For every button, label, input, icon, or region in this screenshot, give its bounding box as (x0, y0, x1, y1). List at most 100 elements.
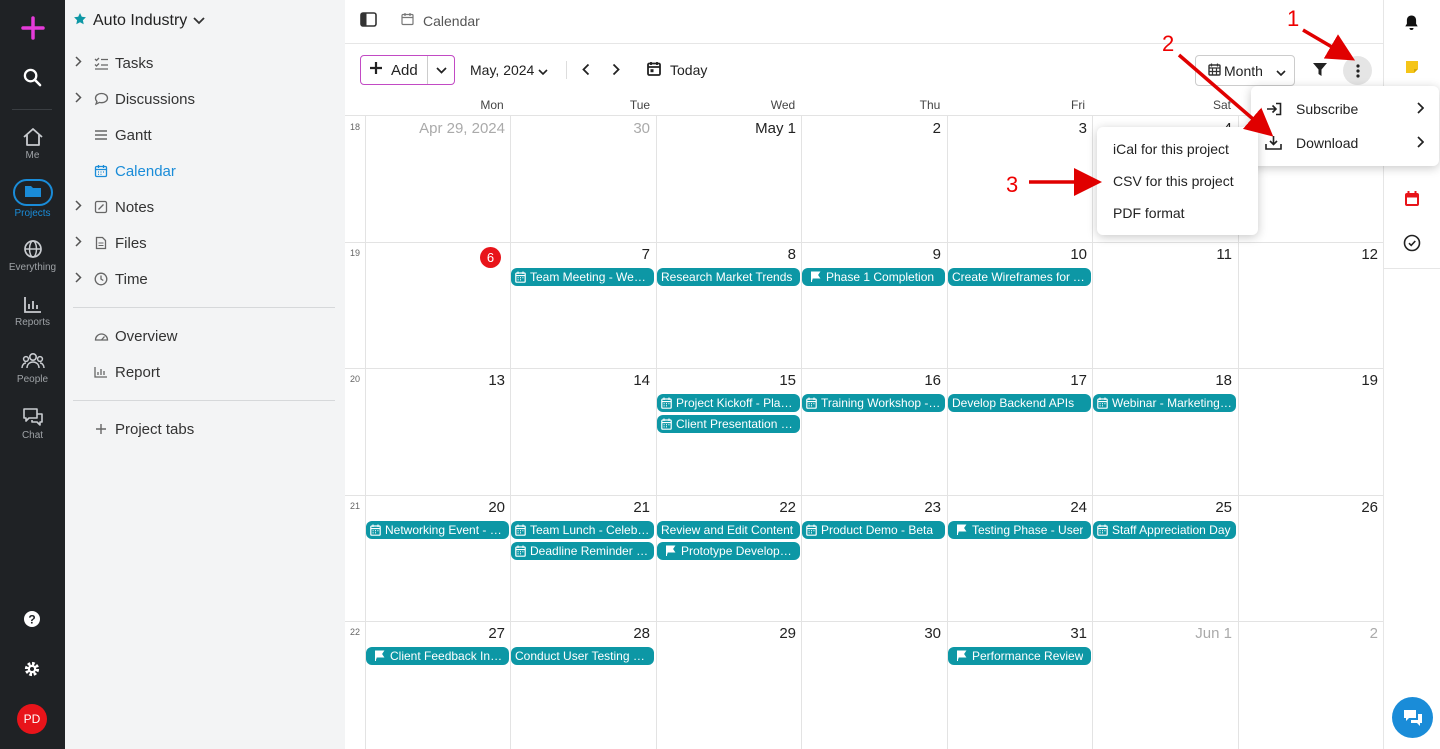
day-cell-date[interactable]: 24 (947, 499, 1087, 516)
filter-icon[interactable] (1312, 62, 1328, 77)
chevron-right-icon[interactable] (65, 272, 91, 286)
rail-item-reports[interactable]: Reports (0, 296, 65, 328)
next-month-button[interactable] (612, 63, 620, 76)
calendar-event[interactable]: Project Kickoff - Planning (657, 394, 800, 412)
day-cell-date[interactable]: 10 (947, 246, 1087, 263)
day-cell-date[interactable]: 15 (656, 372, 796, 389)
calendar-event[interactable]: Staff Appreciation Day (1093, 521, 1236, 539)
menu-item-csv[interactable]: CSV for this project (1097, 170, 1258, 192)
settings-gear-icon[interactable] (23, 660, 41, 683)
calendar-event[interactable]: Develop Backend APIs (948, 394, 1091, 412)
calendar-event[interactable]: Product Demo - Beta (802, 521, 945, 539)
help-icon[interactable]: ? (23, 610, 41, 633)
rail-item-me[interactable]: Me (0, 127, 65, 161)
day-cell-date[interactable]: Jun 1 (1092, 625, 1232, 642)
day-cell-date[interactable]: 27 (365, 625, 505, 642)
rail-item-chat[interactable]: Chat (0, 407, 65, 441)
day-cell-date[interactable]: 26 (1238, 499, 1378, 516)
sidebar-item-report[interactable]: Report (65, 357, 335, 387)
bell-icon[interactable] (1404, 14, 1419, 36)
calendar-event[interactable]: Prototype Development (657, 542, 800, 560)
day-cell-date[interactable]: 20 (365, 499, 505, 516)
add-button[interactable]: Add (361, 56, 428, 84)
calendar-event[interactable]: Client Presentation - Q2 (657, 415, 800, 433)
day-cell-date[interactable]: 30 (510, 120, 650, 137)
prev-month-button[interactable] (582, 63, 590, 76)
sidebar-item-files[interactable]: Files (65, 228, 335, 258)
calendar-event[interactable]: Team Meeting - Weekly Sync (511, 268, 654, 286)
today-button[interactable]: Today (647, 55, 707, 85)
sidebar-item-tasks[interactable]: Tasks (65, 48, 335, 78)
day-cell-date[interactable]: 3 (947, 120, 1087, 137)
chevron-right-icon[interactable] (65, 236, 91, 250)
add-dropdown-chevron-icon[interactable] (428, 66, 454, 74)
sidebar-item-time[interactable]: Time (65, 264, 335, 294)
sidebar-item-calendar[interactable]: Calendar (65, 156, 335, 186)
calendar-event[interactable]: Webinar - Marketing Strategy (1093, 394, 1236, 412)
day-cell-date[interactable]: 17 (947, 372, 1087, 389)
day-cell-date[interactable]: May 1 (656, 120, 796, 137)
more-options-icon[interactable] (1343, 56, 1372, 85)
sidebar-item-gantt[interactable]: Gantt (65, 120, 335, 150)
calendar-event[interactable]: Create Wireframes for App (948, 268, 1091, 286)
day-cell-date[interactable]: 28 (510, 625, 650, 642)
calendar-event[interactable]: Team Lunch - Celebration (511, 521, 654, 539)
sidebar-item-notes[interactable]: Notes (65, 192, 335, 222)
chevron-right-icon[interactable] (65, 56, 91, 70)
search-icon[interactable] (23, 68, 42, 92)
view-selector[interactable]: Month (1195, 55, 1295, 86)
day-cell-date[interactable]: 31 (947, 625, 1087, 642)
calendar-event[interactable]: Review and Edit Content (657, 521, 800, 539)
day-cell-date[interactable]: 19 (1238, 372, 1378, 389)
day-cell-date[interactable]: 13 (365, 372, 505, 389)
day-cell-date[interactable]: 11 (1092, 246, 1232, 263)
calendar-event[interactable]: Client Feedback Incorporation (366, 647, 509, 665)
day-cell-date[interactable]: Apr 29, 2024 (365, 120, 505, 137)
day-cell-date[interactable]: 2 (1238, 625, 1378, 642)
calendar-event[interactable]: Performance Review (948, 647, 1091, 665)
day-cell-date[interactable]: 22 (656, 499, 796, 516)
calendar-event[interactable]: Testing Phase - User (948, 521, 1091, 539)
day-cell-date[interactable]: 16 (801, 372, 941, 389)
clock-check-icon[interactable] (1403, 234, 1421, 257)
day-cell-date[interactable]: 8 (656, 246, 796, 263)
day-cell-date[interactable]: 29 (656, 625, 796, 642)
project-switcher[interactable]: Auto Industry (73, 10, 205, 32)
day-cell-date[interactable]: 21 (510, 499, 650, 516)
sidebar-toggle-icon[interactable] (360, 12, 377, 32)
day-cell-date[interactable]: 14 (510, 372, 650, 389)
month-selector[interactable]: May, 2024 (470, 55, 548, 85)
menu-item-ical[interactable]: iCal for this project (1097, 138, 1258, 160)
day-cell-date[interactable]: 2 (801, 120, 941, 137)
calendar-event[interactable]: Networking Event - Industry (366, 521, 509, 539)
chevron-right-icon[interactable] (65, 200, 91, 214)
calendar-event[interactable]: Research Market Trends (657, 268, 800, 286)
today-date-badge[interactable]: 6 (480, 247, 501, 268)
red-calendar-icon[interactable] (1404, 190, 1420, 212)
day-cell-date[interactable]: 9 (801, 246, 941, 263)
sidebar-item-project-tabs[interactable]: Project tabs (65, 414, 335, 444)
rail-item-projects[interactable]: Projects (0, 179, 65, 219)
day-cell-date[interactable]: 25 (1092, 499, 1232, 516)
day-cell-date[interactable]: 12 (1238, 246, 1378, 263)
calendar-event[interactable]: Deadline Reminder - Report (511, 542, 654, 560)
day-cell-date[interactable]: 18 (1092, 372, 1232, 389)
day-cell-date[interactable]: 23 (801, 499, 941, 516)
support-chat-icon[interactable] (1392, 697, 1433, 738)
menu-item-pdf[interactable]: PDF format (1097, 202, 1258, 224)
calendar-event[interactable]: Training Workshop - Sales (802, 394, 945, 412)
sidebar-item-discussions[interactable]: Discussions (65, 84, 335, 114)
calendar-event[interactable]: Conduct User Testing Sessions (511, 647, 654, 665)
menu-item-subscribe[interactable]: Subscribe (1251, 96, 1439, 121)
day-cell-date[interactable]: 30 (801, 625, 941, 642)
create-plus-icon[interactable] (21, 16, 45, 45)
chevron-right-icon[interactable] (65, 92, 91, 106)
user-avatar[interactable]: PD (17, 704, 47, 734)
sidebar-item-overview[interactable]: Overview (65, 321, 335, 351)
calendar-event[interactable]: Phase 1 Completion (802, 268, 945, 286)
rail-item-everything[interactable]: Everything (0, 239, 65, 273)
day-cell-date[interactable]: 7 (510, 246, 650, 263)
sticky-note-icon[interactable] (1404, 59, 1420, 80)
rail-item-people[interactable]: People (0, 351, 65, 385)
menu-item-download[interactable]: Download (1251, 130, 1439, 155)
